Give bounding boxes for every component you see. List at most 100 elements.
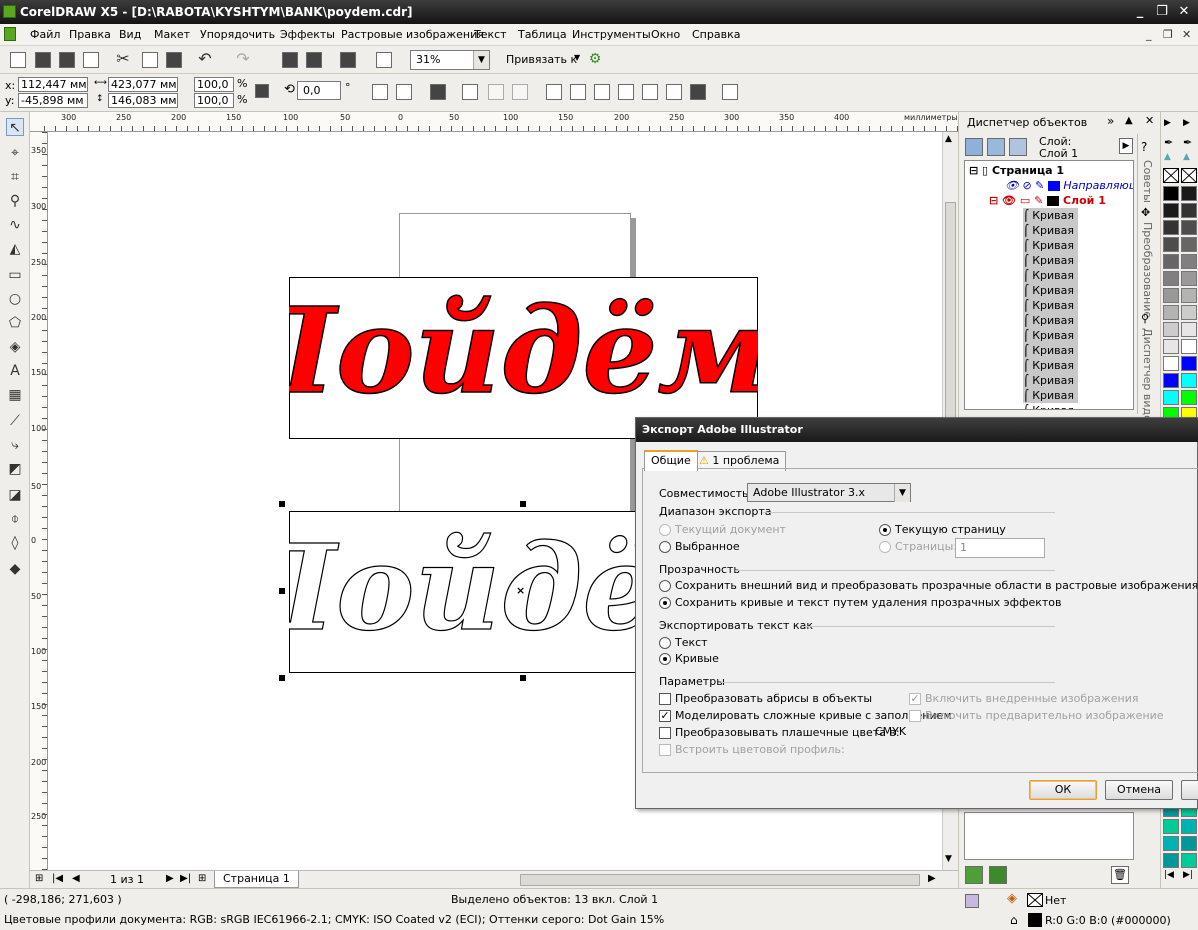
close-window-button[interactable]: ✕ [1174,3,1194,21]
table-tool-icon[interactable]: ▦ [6,386,24,404]
tree-curve-item[interactable]: ⌠ Кривая [1023,238,1079,253]
mirror-h-icon[interactable] [372,84,388,100]
mirror-v-icon[interactable] [396,84,412,100]
pages-field[interactable]: 1 [955,538,1045,558]
palette-scroll-down-icon[interactable]: |◀ [1164,870,1174,880]
next-page-icon[interactable]: ▶ [166,873,174,884]
color-swatch[interactable] [1181,186,1197,201]
color-swatch[interactable] [1181,305,1197,320]
selection-center-icon[interactable]: × [516,584,525,597]
menu-effects[interactable]: Эффекты [280,28,335,41]
color-swatch[interactable] [1181,853,1197,868]
chevron-down-icon[interactable]: ▼ [574,53,580,62]
color-swatch[interactable] [1163,237,1179,252]
group-icon[interactable] [430,84,446,100]
new-layer-icon[interactable] [965,866,983,884]
paste-icon[interactable] [166,52,182,68]
tab-hints[interactable]: Советы [1141,160,1154,203]
doc-restore-button[interactable]: ❐ [1163,28,1173,41]
freehand-tool-icon[interactable]: ∿ [6,216,24,234]
color-swatch[interactable] [1181,254,1197,269]
menu-file[interactable]: Файл [30,28,60,41]
tab-general[interactable]: Общие [644,450,698,471]
help-button[interactable] [1181,780,1198,800]
prev-page-icon[interactable]: ◀ [72,873,80,884]
scroll-up-icon[interactable]: ▲ [945,134,952,144]
transform-icon[interactable]: ✥ [1141,206,1150,219]
tree-curve-item[interactable]: ⌠ Кривая [1023,388,1079,403]
zoom-combo[interactable]: 31% ▼ [410,50,490,70]
include-embedded-images-checkbox[interactable]: ✓ [909,693,921,705]
tree-curve-item[interactable]: ⌠ Кривая [1023,328,1079,343]
simplify-icon[interactable] [618,84,634,100]
pages-radio[interactable] [879,541,891,553]
color-swatch[interactable] [1181,288,1197,303]
connector-tool-icon[interactable]: ⤷ [6,436,24,454]
tab-view-manager[interactable]: Диспетчер видов [1141,328,1154,428]
no-color-swatch[interactable] [1163,168,1179,183]
eyedropper-icon[interactable]: ✒ [1164,136,1173,149]
color-swatch[interactable] [1163,819,1179,834]
menu-window[interactable]: Окно [651,28,680,41]
fill-tool-icon[interactable]: ◆ [6,560,24,578]
add-page-icon[interactable]: ⊞ [35,873,43,884]
tree-curve-item[interactable]: ⌠ Кривая [1023,343,1079,358]
menu-text[interactable]: Текст [474,28,507,41]
color-swatch[interactable] [1163,339,1179,354]
color-swatch[interactable] [1163,322,1179,337]
transparency-tool-icon[interactable]: ◪ [6,486,24,504]
back-minus-front-icon[interactable] [666,84,682,100]
undo-icon[interactable]: ↶ [196,50,214,68]
palette-up-icon[interactable]: ▲ [1183,152,1190,162]
add-page-end-icon[interactable]: ⊞ [198,873,206,884]
color-swatch[interactable] [1163,305,1179,320]
basic-shapes-icon[interactable]: ◈ [6,338,24,356]
menu-layout[interactable]: Макет [154,28,190,41]
ok-button[interactable]: ОК [1029,780,1097,800]
tab-transform[interactable]: Преобразование [1141,222,1154,318]
polygon-tool-icon[interactable]: ⬠ [6,314,24,332]
tree-guides-layer[interactable]: 👁 ⊘ ✎ Направляющи [1005,178,1133,193]
scale-x-field[interactable]: 100,0 [194,77,234,92]
page-tab[interactable]: Страница 1 [214,871,299,888]
selection-handle[interactable] [520,501,526,507]
doc-close-button[interactable]: ✕ [1182,28,1191,41]
open-icon[interactable] [35,52,51,68]
color-swatch[interactable] [1163,836,1179,851]
palette-up-icon[interactable]: ▲ [1164,152,1171,162]
menu-help[interactable]: Справка [692,28,740,41]
crop-tool-icon[interactable]: ⌗ [6,168,24,186]
eyedropper-tool-icon[interactable]: ⌽ [6,510,24,528]
tree-curve-item[interactable]: ⌠ Кривая [1023,283,1079,298]
export-as-curves-radio[interactable] [659,653,671,665]
copy-icon[interactable] [142,52,158,68]
tree-curve-item[interactable]: ⌠ Кривая [1023,403,1078,409]
color-swatch[interactable] [1181,339,1197,354]
menu-arrange[interactable]: Упорядочить [200,28,275,41]
shape-tool-icon[interactable]: ⌖ [6,144,24,162]
snap-to-label[interactable]: Привязать к [506,53,577,66]
last-page-icon[interactable]: ▶| [180,873,191,884]
color-swatch[interactable] [1181,237,1197,252]
ellipse-tool-icon[interactable]: ○ [6,290,24,308]
lock-ratio-icon[interactable] [255,84,269,98]
convert-outlines-checkbox[interactable] [659,693,671,705]
compatibility-select[interactable]: Adobe Illustrator 3.x ▼ [747,483,911,502]
color-swatch[interactable] [1163,203,1179,218]
selection-handle[interactable] [279,501,285,507]
palette-scroll-up-icon[interactable]: ▶ [1164,118,1171,128]
width-field[interactable]: 423,077 мм [108,77,178,92]
simulate-complex-fills-checkbox[interactable]: ✓ [659,710,671,722]
tree-curve-item[interactable]: ⌠ Кривая [1023,268,1079,283]
color-swatch[interactable] [1163,220,1179,235]
scroll-right-icon[interactable]: ▶ [928,873,936,884]
color-swatch[interactable] [1181,373,1197,388]
selection-handle[interactable] [279,675,285,681]
export-as-text-radio[interactable] [659,637,671,649]
tree-curve-item[interactable]: ⌠ Кривая [1023,223,1079,238]
tree-curve-item[interactable]: ⌠ Кривая [1023,373,1079,388]
print-icon[interactable] [83,52,99,68]
selection-handle[interactable] [520,675,526,681]
tree-layer-1[interactable]: ⊟ 👁 ▭ ✎ Слой 1 [989,193,1106,208]
color-swatch[interactable] [1163,853,1179,868]
